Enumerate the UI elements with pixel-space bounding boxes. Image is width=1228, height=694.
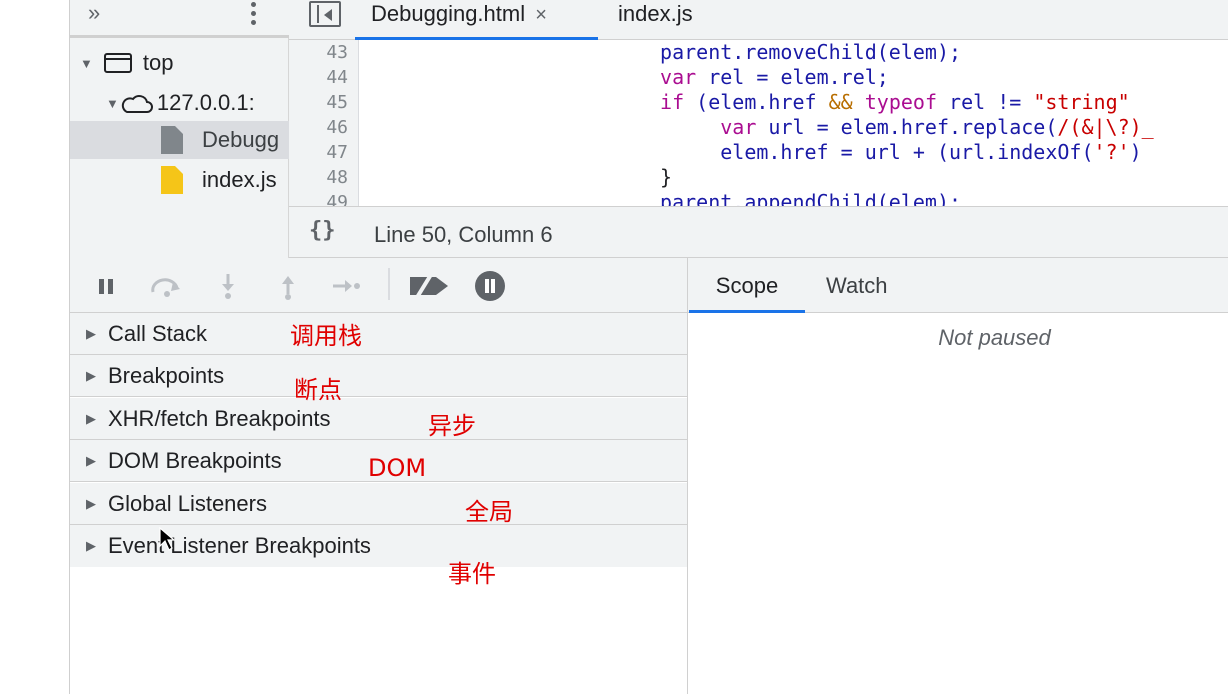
tab-scope[interactable]: Scope	[689, 258, 805, 313]
code-line: if (elem.href && typeof rel != "string"	[660, 90, 1130, 114]
line-number: 43	[326, 42, 348, 63]
code-line: parent.appendChild(elem);	[359, 190, 962, 206]
annotation-dom: DOM	[368, 454, 427, 482]
step-out-icon[interactable]	[278, 272, 298, 300]
line-number-gutter: 43 44 45 46 47 48 49	[289, 40, 359, 206]
section-label: Event Listener Breakpoints	[108, 533, 371, 558]
tree-item-host[interactable]: ▼ 127.0.0.1:	[106, 84, 289, 122]
annotation-global: 全局	[465, 498, 513, 526]
scope-pane-body	[687, 313, 1228, 694]
pause-on-exceptions-icon[interactable]	[474, 271, 506, 301]
tab-debugging-html[interactable]: Debugging.html ×	[355, 0, 598, 40]
annotation-call-stack: 调用栈	[290, 322, 362, 350]
step-over-icon[interactable]	[148, 272, 186, 300]
tab-watch[interactable]: Watch	[826, 258, 888, 313]
step-icon[interactable]	[330, 272, 362, 300]
tree-item-label: Debugg	[202, 127, 280, 152]
frame-icon	[103, 53, 132, 73]
cursor-position: Line 50, Column 6	[374, 222, 553, 247]
step-into-icon[interactable]	[218, 272, 238, 300]
toolbar-separator	[388, 268, 390, 300]
section-breakpoints[interactable]: ▶ Breakpoints	[70, 355, 687, 397]
expand-arrow-icon: ▶	[86, 367, 96, 383]
section-label: XHR/fetch Breakpoints	[108, 405, 331, 431]
section-xhr-breakpoints[interactable]: ▶ XHR/fetch Breakpoints	[70, 398, 687, 440]
tree-item-label: 127.0.0.1:	[156, 90, 255, 115]
line-number: 47	[326, 142, 348, 163]
left-gutter	[0, 0, 70, 694]
pause-icon[interactable]	[94, 272, 118, 300]
tree-item-top[interactable]: ▼ top	[80, 44, 289, 82]
expand-arrow-icon[interactable]: ▼	[106, 96, 119, 111]
code-lines: parent.removeChild(elem); var rel = elem…	[359, 40, 1228, 206]
file-icon	[161, 126, 183, 154]
section-label: Global Listeners	[108, 490, 267, 516]
expand-arrow-icon: ▶	[86, 410, 96, 426]
tree-item-js-file[interactable]: index.js	[160, 161, 289, 199]
more-tabs-icon[interactable]: »	[88, 0, 100, 26]
section-global-listeners[interactable]: ▶ Global Listeners	[70, 483, 687, 525]
toggle-navigator-icon[interactable]	[309, 1, 341, 27]
code-line: parent.removeChild(elem);	[359, 40, 962, 64]
more-options-icon[interactable]	[246, 2, 260, 30]
tab-index-js[interactable]: index.js	[618, 0, 693, 40]
expand-arrow-icon: ▶	[86, 452, 96, 468]
annotation-breakpoints: 断点	[294, 376, 342, 404]
line-number: 45	[326, 92, 348, 113]
not-paused-message: Not paused	[938, 325, 1051, 350]
tree-item-label: index.js	[202, 167, 277, 192]
line-number: 46	[326, 117, 348, 138]
section-label: Call Stack	[108, 320, 208, 346]
expand-arrow-icon: ▶	[86, 325, 96, 341]
line-number: 44	[326, 67, 348, 88]
code-line: var rel = elem.rel;	[660, 65, 889, 89]
line-number: 48	[326, 167, 348, 188]
tab-label: Debugging.html	[371, 1, 526, 26]
pretty-print-icon[interactable]: {}	[309, 218, 336, 243]
annotation-event: 事件	[448, 560, 496, 588]
annotation-xhr: 异步	[428, 412, 476, 440]
expand-arrow-icon: ▶	[86, 495, 96, 511]
js-file-icon	[161, 166, 183, 194]
expand-arrow-icon: ▶	[86, 538, 96, 553]
expand-arrow-icon[interactable]: ▼	[80, 56, 93, 71]
section-label: DOM Breakpoints	[108, 447, 282, 473]
code-line: }	[359, 165, 673, 189]
tree-item-label: top	[142, 50, 174, 75]
deactivate-breakpoints-icon[interactable]	[408, 272, 450, 300]
cloud-icon	[121, 95, 153, 113]
tab-label: index.js	[618, 1, 693, 26]
close-icon[interactable]: ×	[535, 4, 547, 26]
line-number: 49	[326, 192, 348, 206]
code-line: var url = elem.href.replace(/(&|\?)_	[720, 115, 1154, 139]
tree-item-html-file[interactable]: Debugg	[70, 121, 289, 159]
section-label: Breakpoints	[108, 362, 225, 388]
code-line: elem.href = url + (url.indexOf('?')	[359, 140, 1142, 164]
section-call-stack[interactable]: ▶ Call Stack	[70, 313, 687, 355]
mouse-cursor-icon	[159, 526, 176, 551]
